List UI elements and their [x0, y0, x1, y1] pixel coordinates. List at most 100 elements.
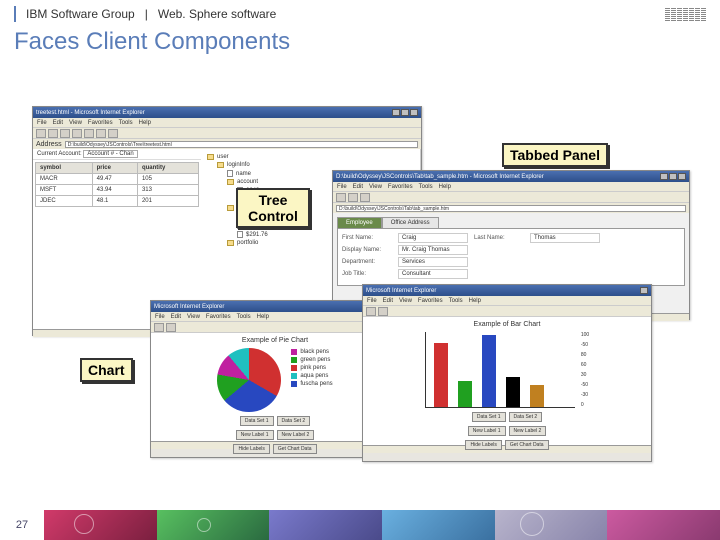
dataset1-button[interactable]: Data Set 1: [240, 416, 274, 426]
bar: [458, 381, 472, 407]
address-input[interactable]: D:\build\Odyssey\JSControls\Tree\treetes…: [65, 141, 418, 148]
tab-office[interactable]: Office Address: [382, 217, 439, 228]
menu-favorites[interactable]: Favorites: [418, 298, 443, 304]
col-price[interactable]: price: [92, 163, 137, 174]
back-icon[interactable]: [336, 193, 346, 202]
account-field[interactable]: Account # - Chan: [83, 150, 137, 158]
stop-icon[interactable]: [60, 129, 70, 138]
win2-titlebar[interactable]: D:\build\Odyssey\JSControls\Tab\tab_samp…: [333, 171, 689, 182]
home-icon[interactable]: [360, 193, 370, 202]
folder-icon: [227, 205, 234, 211]
hidelabels-button[interactable]: Hide Labels: [233, 444, 269, 454]
newlabel2-button[interactable]: New Label 2: [509, 426, 547, 436]
first-name-input[interactable]: Craig: [398, 233, 468, 243]
legend-label: pink pens: [300, 365, 326, 371]
menu-favorites[interactable]: Favorites: [206, 314, 231, 320]
close-icon[interactable]: [678, 173, 686, 180]
newlabel1-button[interactable]: New Label 1: [236, 430, 274, 440]
col-qty[interactable]: quantity: [137, 163, 198, 174]
back-icon[interactable]: [36, 129, 46, 138]
search-icon[interactable]: [96, 129, 106, 138]
dataset1-button[interactable]: Data Set 1: [472, 412, 506, 422]
ytick: 100: [581, 332, 589, 338]
display-name-input[interactable]: Mr. Craig Thomas: [398, 245, 468, 255]
tree-node[interactable]: user: [217, 154, 229, 160]
win2-menubar[interactable]: File Edit View Favorites Tools Help: [333, 182, 689, 191]
dataset2-button[interactable]: Data Set 2: [277, 416, 311, 426]
win1-menubar[interactable]: File Edit View Favorites Tools Help: [33, 118, 421, 127]
favorites-icon[interactable]: [108, 129, 118, 138]
menu-file[interactable]: File: [155, 314, 165, 320]
tree-node[interactable]: loginInfo: [227, 162, 250, 168]
menu-tools[interactable]: Tools: [119, 120, 133, 126]
maximize-icon[interactable]: [401, 109, 409, 116]
close-icon[interactable]: [640, 287, 648, 294]
menu-file[interactable]: File: [37, 120, 47, 126]
win1-titlebar[interactable]: treetest.html - Microsoft Internet Explo…: [33, 107, 421, 118]
dataset2-button[interactable]: Data Set 2: [509, 412, 543, 422]
last-name-label: Last Name:: [474, 235, 524, 241]
back-icon[interactable]: [154, 323, 164, 332]
close-icon[interactable]: [410, 109, 418, 116]
menu-edit[interactable]: Edit: [53, 120, 63, 126]
menu-edit[interactable]: Edit: [171, 314, 181, 320]
forward-icon[interactable]: [348, 193, 358, 202]
job-input[interactable]: Consultant: [398, 269, 468, 279]
getdata-button[interactable]: Get Chart Data: [505, 440, 549, 450]
forward-icon[interactable]: [166, 323, 176, 332]
swatch-icon: [291, 349, 297, 355]
pie-chart: [217, 348, 281, 412]
home-icon[interactable]: [84, 129, 94, 138]
menu-help[interactable]: Help: [139, 120, 151, 126]
forward-icon[interactable]: [48, 129, 58, 138]
back-icon[interactable]: [366, 307, 376, 316]
win4-titlebar[interactable]: Microsoft Internet Explorer: [363, 285, 651, 296]
menu-view[interactable]: View: [399, 298, 412, 304]
tree-node[interactable]: name: [236, 171, 251, 177]
legend-label: fuscha pens: [300, 381, 332, 387]
menu-help[interactable]: Help: [439, 184, 451, 190]
getdata-button[interactable]: Get Chart Data: [273, 444, 317, 454]
newlabel1-button[interactable]: New Label 1: [468, 426, 506, 436]
maximize-icon[interactable]: [669, 173, 677, 180]
hidelabels-button[interactable]: Hide Labels: [465, 440, 501, 450]
forward-icon[interactable]: [378, 307, 388, 316]
ytick: 30: [581, 372, 589, 378]
minimize-icon[interactable]: [392, 109, 400, 116]
tab-employee[interactable]: Employee: [337, 217, 382, 228]
win3-title: Microsoft Internet Explorer: [154, 304, 224, 310]
refresh-icon[interactable]: [72, 129, 82, 138]
ytick: 80: [581, 352, 589, 358]
menu-help[interactable]: Help: [257, 314, 269, 320]
menu-favorites[interactable]: Favorites: [88, 120, 113, 126]
ytick: -50: [581, 382, 589, 388]
address-input[interactable]: D:\build\Odyssey\JSControls\Tab\tab_samp…: [336, 205, 686, 212]
menu-view[interactable]: View: [187, 314, 200, 320]
header-accent-bar: [14, 6, 16, 22]
menu-tools[interactable]: Tools: [419, 184, 433, 190]
col-symbol[interactable]: symbol: [36, 163, 93, 174]
newlabel2-button[interactable]: New Label 2: [277, 430, 315, 440]
last-name-input[interactable]: Thomas: [530, 233, 600, 243]
tree-node[interactable]: account: [237, 179, 258, 185]
win4-title: Microsoft Internet Explorer: [366, 288, 436, 294]
minimize-icon[interactable]: [660, 173, 668, 180]
page-number: 27: [0, 510, 44, 540]
ytick: -30: [581, 392, 589, 398]
folder-icon: [227, 240, 234, 246]
address-label: Address: [36, 141, 62, 148]
menu-file[interactable]: File: [337, 184, 347, 190]
menu-tools[interactable]: Tools: [237, 314, 251, 320]
menu-favorites[interactable]: Favorites: [388, 184, 413, 190]
tree-node[interactable]: $291.76: [246, 232, 268, 238]
menu-help[interactable]: Help: [469, 298, 481, 304]
menu-edit[interactable]: Edit: [383, 298, 393, 304]
menu-file[interactable]: File: [367, 298, 377, 304]
menu-view[interactable]: View: [369, 184, 382, 190]
dept-input[interactable]: Services: [398, 257, 468, 267]
ytick: -50: [581, 342, 589, 348]
tree-node[interactable]: portfolio: [237, 240, 258, 246]
menu-view[interactable]: View: [69, 120, 82, 126]
menu-edit[interactable]: Edit: [353, 184, 363, 190]
menu-tools[interactable]: Tools: [449, 298, 463, 304]
